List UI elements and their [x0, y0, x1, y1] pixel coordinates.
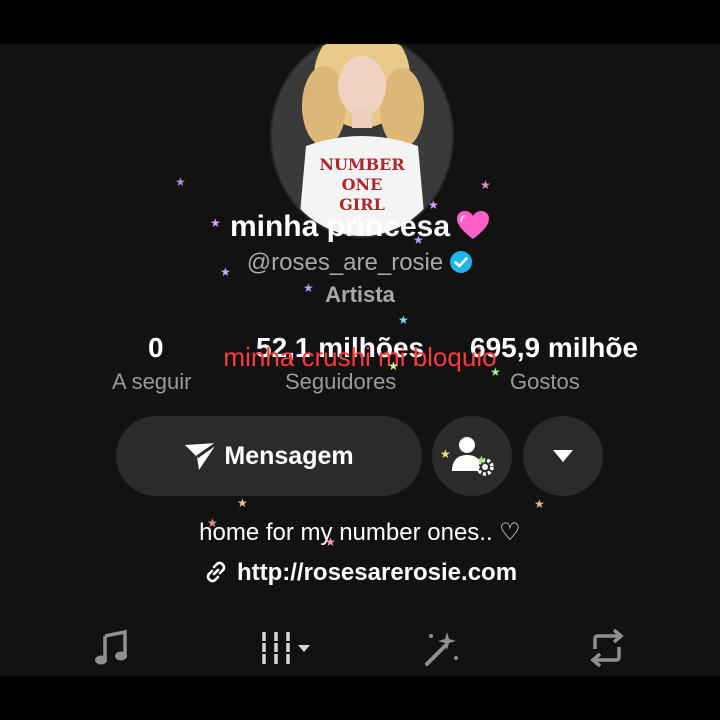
sparkle-star-icon: ★ — [303, 281, 314, 295]
tab-reposts[interactable] — [582, 626, 632, 670]
send-arrow-icon — [185, 441, 219, 470]
sparkle-star-icon: ★ — [398, 313, 409, 327]
sparkle-star-icon: ★ — [237, 496, 248, 510]
sparkle-star-icon: ★ — [480, 178, 491, 192]
triangle-down-icon — [553, 450, 573, 462]
avatar-image: NUMBER ONE GIRL — [272, 44, 452, 236]
overlay-caption: minha crushi mi bloquio — [223, 342, 497, 372]
bio-link[interactable]: http://rosesarerosie.com — [237, 559, 517, 586]
sparkle-star-icon: ★ — [534, 497, 545, 511]
tab-favorites[interactable] — [416, 626, 466, 670]
repost-icon — [590, 629, 624, 667]
sparkle-star-icon: ★ — [207, 516, 218, 530]
avatar-shirt-line-2: ONE — [342, 175, 383, 194]
pink-heart-icon — [457, 211, 490, 239]
sparkle-star-icon: ★ — [175, 175, 186, 189]
more-options-button[interactable] — [523, 416, 603, 496]
sparkle-star-icon: ★ — [428, 198, 439, 212]
sparkle-star-icon: ★ — [413, 233, 424, 247]
sparkle-star-icon: ★ — [210, 216, 221, 230]
avatar-shirt-line-1: NUMBER — [319, 155, 405, 174]
letterbox-bottom — [0, 676, 720, 720]
message-button[interactable]: Mensagem — [116, 416, 422, 496]
message-button-label: Mensagem — [224, 441, 354, 470]
tab-music[interactable] — [86, 626, 136, 670]
sparkle-star-icon: ★ — [388, 359, 399, 373]
profile-screen: NUMBER ONE GIRL minha princesa @roses_ar… — [0, 44, 720, 676]
music-note-icon — [95, 630, 127, 665]
bio-link-row[interactable]: http://rosesarerosie.com — [0, 559, 720, 587]
profile-avatar[interactable]: NUMBER ONE GIRL — [270, 44, 454, 238]
sparkle-star-icon: ★ — [476, 453, 487, 467]
display-name-row: minha princesa — [0, 210, 720, 244]
verified-badge-icon — [450, 251, 473, 273]
bio-text: home for my number ones.. ♡ — [199, 519, 521, 546]
username-handle: @roses_are_rosie — [246, 249, 444, 276]
tab-videos-grid[interactable] — [258, 626, 314, 670]
user-gear-icon — [452, 437, 494, 476]
sparkle-wand-icon — [425, 632, 458, 666]
grid-dropdown-icon — [260, 632, 310, 664]
letterbox-top — [0, 0, 720, 44]
sparkle-star-icon: ★ — [325, 535, 336, 549]
sparkle-star-icon: ★ — [440, 447, 451, 461]
sparkle-star-icon: ★ — [220, 265, 231, 279]
sparkle-star-icon: ★ — [490, 365, 501, 379]
handle-row: @roses_are_rosie — [0, 249, 720, 277]
link-icon — [206, 561, 226, 583]
profile-category: Artista — [325, 282, 395, 307]
